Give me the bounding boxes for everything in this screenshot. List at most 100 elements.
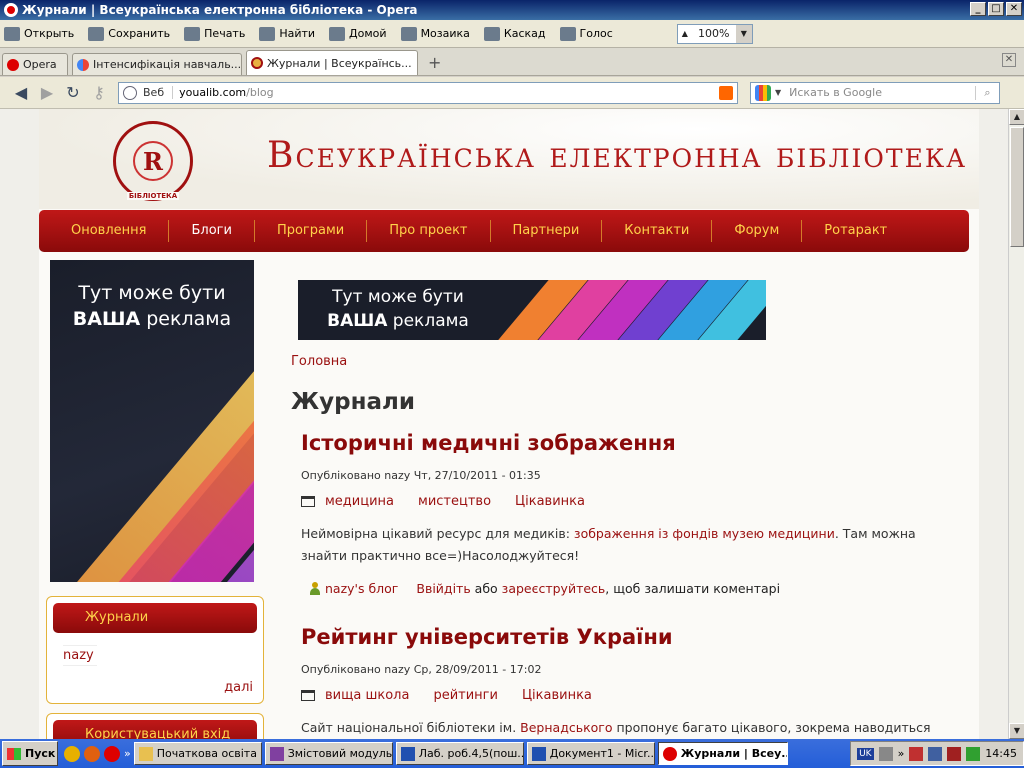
clock[interactable]: 14:45: [985, 747, 1017, 760]
menu-item-programs[interactable]: Програми: [255, 220, 368, 242]
toolbar-find-button[interactable]: Найти: [259, 26, 315, 41]
cascade-icon: [483, 26, 500, 41]
sidebar-ad-banner[interactable]: Тут може бути ВАША реклама: [50, 260, 254, 582]
antivirus-icon[interactable]: [909, 746, 924, 761]
menu-item-contacts[interactable]: Контакти: [602, 220, 713, 242]
tray-more-icon[interactable]: »: [898, 747, 905, 760]
post-title[interactable]: Історичні медичні зображення: [301, 431, 941, 455]
logo-letter: R: [133, 141, 173, 181]
rss-icon[interactable]: [719, 85, 733, 100]
post-links: nazy's блог Ввійдіть або зареєструйтесь …: [301, 581, 941, 596]
user-login-block: Користувацький вхід: [46, 713, 264, 739]
task-button[interactable]: Документ1 - Micr...: [526, 742, 655, 765]
journals-block-more[interactable]: далі: [224, 680, 253, 695]
scroll-down-icon[interactable]: ▼: [1009, 723, 1024, 739]
scroll-thumb[interactable]: [1010, 127, 1024, 247]
zoom-up-icon[interactable]: ▲: [678, 29, 692, 38]
task-button[interactable]: Лаб. роб.4,5(пош...: [395, 742, 524, 765]
address-path: /blog: [246, 86, 274, 99]
register-link[interactable]: зареєструйтесь: [502, 581, 606, 596]
language-indicator[interactable]: UK: [857, 747, 874, 760]
zoom-value: 100%: [698, 27, 730, 40]
word-icon: [531, 746, 546, 761]
zoom-control[interactable]: ▲ 100% ▼: [676, 23, 753, 44]
main-menu: Оновлення Блоги Програми Про проект Парт…: [39, 210, 969, 252]
network-icon[interactable]: [928, 746, 943, 761]
toolbar-print-button[interactable]: Печать: [184, 26, 245, 41]
close-tab-icon[interactable]: ✕: [241, 58, 242, 71]
tab-journals[interactable]: Журнали | Всеукраїнсь... ✕: [246, 50, 418, 75]
quicklaunch-more-icon[interactable]: »: [124, 747, 131, 760]
toolbar-cascade-button[interactable]: Каскад: [483, 26, 546, 41]
term-link[interactable]: рейтинги: [433, 688, 498, 703]
forward-button[interactable]: ▶: [34, 83, 60, 102]
search-input[interactable]: ▼ Искать в Google ⌕: [750, 81, 1000, 104]
close-window-button[interactable]: ✕: [1006, 2, 1022, 16]
zoom-dropdown-icon[interactable]: ▼: [735, 24, 752, 43]
ad-line1: Тут може бути: [332, 287, 464, 307]
toolbar-open-button[interactable]: Открыть: [4, 26, 74, 41]
blog-post: Історичні медичні зображення Опублікован…: [301, 431, 941, 596]
menu-item-forum[interactable]: Форум: [712, 220, 803, 242]
back-button[interactable]: ◀: [8, 83, 34, 102]
toolbar-voice-button[interactable]: Голос: [559, 26, 613, 41]
battery-icon[interactable]: [966, 746, 981, 761]
window-titlebar: Журнали | Всеукраїнська електронна біблі…: [0, 0, 1024, 20]
menu-item-partners[interactable]: Партнери: [491, 220, 603, 242]
term-link[interactable]: мистецтво: [418, 494, 491, 509]
term-link[interactable]: Цікавинка: [515, 494, 585, 509]
windows-taskbar: Пуск » Початкова освіта Змістовий модуль…: [0, 739, 1024, 768]
site-header: R БІБЛІОТЕКА Всеукраїнська електронна бі…: [39, 109, 979, 209]
toolbar-save-button[interactable]: Сохранить: [88, 26, 170, 41]
post-terms: вища школа рейтинги Цікавинка: [301, 688, 941, 703]
breadcrumb[interactable]: Головна: [291, 354, 347, 369]
microphone-icon: [559, 26, 576, 41]
tab-intensification[interactable]: Інтенсифікація навчаль... ✕: [72, 53, 242, 75]
start-button[interactable]: Пуск: [2, 741, 58, 766]
page-scrollbar[interactable]: ▲ ▼: [1008, 109, 1024, 739]
maximize-button[interactable]: □: [988, 2, 1004, 16]
post-title[interactable]: Рейтинг університетів України: [301, 625, 941, 649]
minimize-button[interactable]: _: [970, 2, 986, 16]
post-terms: медицина мистецтво Цікавинка: [301, 494, 941, 509]
post-body-link[interactable]: Вернадського: [520, 720, 612, 735]
close-tab-icon[interactable]: ✕: [412, 57, 417, 70]
menu-item-blogs[interactable]: Блоги: [169, 220, 255, 242]
task-button[interactable]: Початкова освіта: [133, 742, 262, 765]
rotaract-logo[interactable]: R БІБЛІОТЕКА: [113, 121, 193, 201]
task-button[interactable]: Змістовий модуль...: [264, 742, 393, 765]
help-icon[interactable]: [878, 746, 893, 761]
close-page-button[interactable]: ✕: [1002, 53, 1016, 67]
save-icon: [88, 26, 105, 41]
login-link[interactable]: Ввійдіть: [416, 581, 470, 596]
chevron-down-icon[interactable]: ▼: [775, 88, 781, 97]
quicklaunch-icon[interactable]: [64, 745, 80, 762]
opera-icon[interactable]: [104, 745, 120, 762]
journals-block: Журнали nazy далі: [46, 596, 264, 704]
google-favicon-icon: [77, 58, 89, 71]
journals-block-link[interactable]: nazy: [63, 645, 97, 666]
user-blog-link[interactable]: nazy's блог: [325, 581, 398, 596]
firefox-icon[interactable]: [84, 745, 100, 762]
term-link[interactable]: вища школа: [325, 688, 409, 703]
term-link[interactable]: Цікавинка: [522, 688, 592, 703]
opera-menu-button[interactable]: Opera: [2, 53, 68, 75]
toolbar-tile-button[interactable]: Мозаика: [400, 26, 470, 41]
reload-button[interactable]: ↻: [60, 83, 86, 102]
term-link[interactable]: медицина: [325, 494, 394, 509]
toolbar-home-button[interactable]: Домой: [329, 26, 387, 41]
menu-item-rotaract[interactable]: Ротаракт: [802, 220, 909, 242]
task-label: Змістовий модуль...: [287, 747, 393, 760]
task-button-active[interactable]: Журнали | Всеу...: [657, 742, 788, 765]
site-title[interactable]: Всеукраїнська електронна бібліотека: [267, 135, 967, 176]
ad-rest: реклама: [140, 308, 232, 330]
menu-item-updates[interactable]: Оновлення: [49, 220, 170, 242]
top-ad-banner[interactable]: Тут може бути ВАША реклама: [298, 280, 766, 340]
address-input[interactable]: Веб youalib.com/blog: [118, 81, 738, 104]
kaspersky-icon[interactable]: [947, 746, 962, 761]
menu-item-about[interactable]: Про проект: [367, 220, 491, 242]
search-icon[interactable]: ⌕: [975, 85, 999, 100]
new-tab-button[interactable]: +: [428, 53, 441, 75]
scroll-up-icon[interactable]: ▲: [1009, 109, 1024, 125]
post-body-link[interactable]: зображення із фондів музею медицини: [574, 526, 835, 541]
